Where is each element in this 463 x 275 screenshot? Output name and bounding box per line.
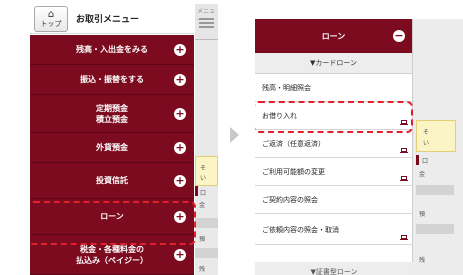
left-screenshot: メニュー そ い 口 金 預 残 ⌂ トップ お取引メニュー 残高・入出金をみる… (30, 4, 218, 275)
menu-item-label: 定期預金 積立預金 (96, 103, 128, 124)
menu-item-label: 振込・振替をする (80, 75, 144, 84)
loan-header-title: ローン (321, 31, 346, 41)
menu-item-label: 残高・入出金をみる (76, 45, 148, 54)
plus-icon: + (174, 106, 186, 120)
borrow-highlight (255, 101, 413, 133)
drawer-header: ⌂ トップ お取引メニュー (30, 4, 194, 34)
submenu-item-request-inquiry[interactable]: ご依頼内容の照会・取消 (255, 215, 413, 245)
home-icon: ⌂ (47, 8, 55, 20)
hamburger-icon[interactable] (199, 18, 214, 20)
submenu-item-label: ご依頼内容の照会・取消 (262, 225, 339, 234)
background-page: メニュー そ い 口 金 預 残 (195, 4, 218, 275)
pc-icon (400, 176, 408, 181)
plus-icon: + (174, 173, 186, 187)
loan-header[interactable]: ローン − (255, 19, 412, 53)
background-block (195, 218, 218, 228)
submenu-item-balance-inquiry[interactable]: 残高・明細照会 (255, 75, 413, 102)
background-text: 残 (199, 266, 206, 273)
menu-item-investment-trust[interactable]: 投資信託 + (30, 163, 194, 199)
background-accent-bar (416, 155, 419, 165)
background-menu-label: メニュー (197, 8, 216, 24)
menu-item-label: 税金・各種料金の 払込み（ペイジー） (76, 244, 148, 265)
pc-icon (400, 235, 408, 240)
minus-icon[interactable]: − (393, 30, 405, 42)
top-button[interactable]: ⌂ トップ (34, 5, 68, 32)
background-block (195, 248, 218, 258)
menu-item-label: 投資信託 (96, 176, 128, 185)
background-text: 預 (199, 236, 206, 243)
background-text: 残 (419, 257, 426, 264)
loan-highlight (30, 201, 196, 245)
menu-item-transfer[interactable]: 振込・振替をする + (30, 65, 194, 95)
background-notice: そ い (416, 120, 456, 152)
background-text: そ (200, 165, 207, 172)
background-text: 金 (199, 202, 206, 209)
background-text: い (200, 175, 207, 182)
drawer-title: お取引メニュー (76, 15, 140, 25)
submenu-item-label: ご利用可能額の変更 (262, 168, 325, 176)
submenu-item-label: ご契約内容の照会 (262, 196, 318, 204)
plus-icon: + (174, 72, 186, 86)
loan-submenu-panel: ローン − ▼カードローン 残高・明細照会 お借り入れ ご返済（任意返済） ご利… (255, 19, 413, 275)
submenu-item-label: 残高・明細照会 (262, 84, 311, 92)
plus-icon: + (174, 140, 186, 154)
background-text: い (423, 140, 430, 147)
background-page: そ い 口 金 預 残 (413, 19, 463, 275)
plus-icon: + (174, 247, 186, 261)
menu-item-balance[interactable]: 残高・入出金をみる + (30, 35, 194, 65)
menu-item-foreign-deposit[interactable]: 外貨預金 + (30, 133, 194, 163)
plus-icon: + (174, 42, 186, 56)
background-block (416, 185, 454, 195)
pc-icon (400, 148, 408, 153)
submenu-item-label: ご返済（任意返済） (262, 140, 325, 148)
menu-item-time-deposit[interactable]: 定期預金 積立預金 + (30, 95, 194, 133)
background-notice: そ い (195, 156, 218, 186)
menu-item-label: 外貨預金 (96, 143, 128, 152)
right-screenshot: そ い 口 金 預 残 ローン − ▼カードローン 残高・明細照会 お借り入れ … (255, 19, 463, 275)
background-text: そ (423, 129, 430, 136)
top-button-label: トップ (40, 19, 62, 28)
submenu-item-limit-change[interactable]: ご利用可能額の変更 (255, 159, 413, 186)
background-text: 預 (419, 211, 426, 218)
background-text: 口 (200, 190, 207, 197)
background-block (416, 224, 454, 234)
submenu-item-contract-inquiry[interactable]: ご契約内容の照会 (255, 187, 413, 214)
submenu-item-repayment[interactable]: ご返済（任意返済） (255, 131, 413, 158)
card-loan-section-label: ▼カードローン (255, 53, 412, 74)
background-accent-bar (195, 186, 198, 196)
background-text: 口 (422, 158, 429, 165)
background-text: 金 (419, 171, 426, 178)
certificate-loan-section-label: ▼証書型ローン (255, 262, 413, 275)
next-step-arrow-icon (230, 127, 239, 143)
